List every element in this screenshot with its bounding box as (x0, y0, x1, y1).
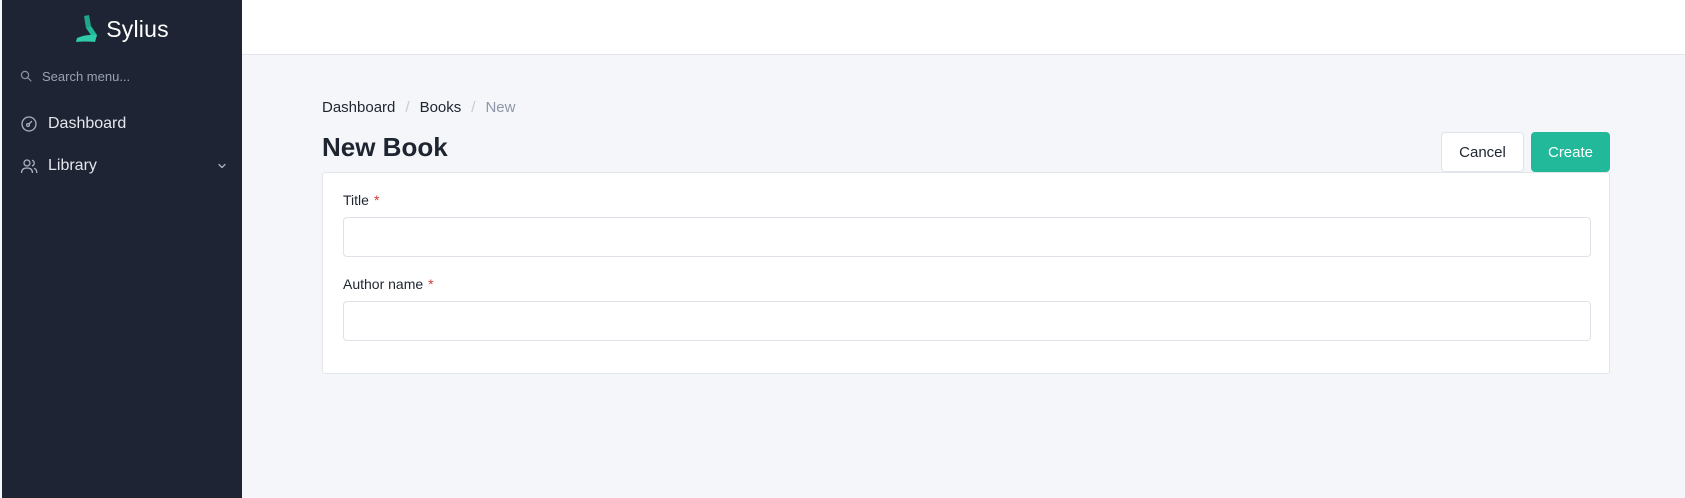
sidebar-search (20, 66, 230, 86)
title-field-label: Title * (343, 192, 379, 208)
breadcrumb-separator: / (405, 98, 410, 116)
author-name-input[interactable] (343, 301, 1591, 341)
field-label-text: Author name (343, 276, 424, 292)
create-button[interactable]: Create (1531, 132, 1610, 172)
chevron-down-icon (218, 163, 226, 169)
brand[interactable]: Sylius (2, 12, 242, 46)
search-menu-input[interactable] (42, 68, 222, 84)
breadcrumb: Dashboard / Books / New (322, 97, 515, 117)
brand-name: Sylius (106, 15, 169, 42)
breadcrumb-current: New (485, 98, 516, 116)
sidebar-item-dashboard[interactable]: Dashboard (20, 111, 230, 137)
breadcrumb-dashboard-link[interactable]: Dashboard (322, 99, 395, 116)
book-form-card: Title * Author name * (322, 172, 1610, 374)
app-window: Sylius Dashboard Library (0, 0, 1685, 498)
dashboard-gauge-icon (21, 116, 37, 132)
sylius-logo-icon (76, 15, 98, 42)
page-title: New Book (322, 132, 448, 162)
sidebar-item-library[interactable]: Library (20, 153, 230, 179)
breadcrumb-separator: / (471, 98, 476, 116)
sidebar-item-label: Library (48, 157, 97, 174)
sidebar-item-label: Dashboard (48, 115, 127, 132)
users-icon (20, 159, 38, 174)
author-name-field-label: Author name * (343, 276, 434, 292)
breadcrumb-books-link[interactable]: Books (420, 99, 462, 116)
cancel-button[interactable]: Cancel (1441, 132, 1524, 172)
topbar (242, 0, 1685, 55)
sidebar: Sylius Dashboard Library (2, 0, 242, 498)
required-mark: * (428, 276, 434, 292)
title-input[interactable] (343, 217, 1591, 257)
required-mark: * (373, 192, 380, 208)
search-icon (20, 70, 32, 82)
field-label-text: Title (343, 192, 369, 208)
